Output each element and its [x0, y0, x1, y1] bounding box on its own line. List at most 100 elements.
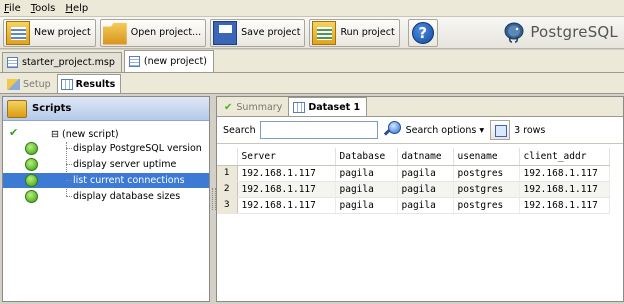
table-cell[interactable]: pagila — [397, 197, 454, 214]
table-cell[interactable]: 192.168.1.117 — [237, 165, 336, 182]
root-script-label: (new script) — [61, 129, 119, 140]
script-item-current-connections[interactable]: list current connections — [3, 173, 209, 188]
table-header-row: Server Database datname usename client_a… — [217, 148, 610, 166]
project-file-icon — [7, 57, 18, 68]
run-project-label: Run project — [340, 27, 395, 38]
menu-file[interactable]: File — [4, 3, 21, 14]
column-header[interactable]: Server — [237, 148, 336, 166]
tree-connector — [66, 180, 72, 181]
search-icon[interactable] — [382, 120, 402, 140]
new-project-label: New project — [34, 27, 91, 38]
table-cell[interactable]: 192.168.1.117 — [237, 181, 336, 198]
table-row[interactable]: 1 192.168.1.117 pagila pagila postgres 1… — [217, 165, 610, 182]
status-ok-icon — [25, 174, 38, 187]
script-item-postgresql-version[interactable]: display PostgreSQL version — [3, 141, 209, 156]
search-input[interactable] — [259, 121, 378, 139]
table-cell[interactable]: pagila — [397, 181, 454, 198]
column-header[interactable]: client_addr — [519, 148, 610, 166]
tab-summary[interactable]: ✔ Summary — [220, 98, 288, 116]
search-label: Search — [223, 124, 256, 136]
folder-open-icon — [102, 22, 127, 45]
checkmark-icon: ✔ — [9, 126, 19, 139]
tree-connector — [66, 196, 72, 197]
column-header[interactable]: datname — [397, 148, 454, 166]
table-cell[interactable]: 192.168.1.117 — [519, 165, 610, 182]
results-table: Server Database datname usename client_a… — [217, 148, 610, 214]
column-header[interactable]: usename — [453, 148, 520, 166]
tab-new-project[interactable]: (new project) — [123, 50, 214, 72]
tab-summary-label: Summary — [236, 101, 283, 113]
save-project-button[interactable]: Save project — [210, 18, 306, 47]
new-project-button[interactable]: New project — [3, 18, 96, 47]
tab-results-label: Results — [75, 78, 116, 90]
floppy-disk-icon — [213, 20, 238, 45]
table-cell[interactable]: postgres — [453, 197, 520, 214]
new-project-icon — [6, 20, 30, 45]
table-cell[interactable]: pagila — [335, 197, 398, 214]
view-tab-strip: Setup Results — [0, 73, 624, 94]
table-cell[interactable]: 192.168.1.117 — [519, 197, 610, 214]
row-number: 1 — [217, 165, 238, 182]
status-ok-icon — [25, 158, 38, 171]
status-ok-icon — [25, 190, 38, 203]
menu-help[interactable]: Help — [65, 3, 88, 14]
tab-label: (new project) — [143, 56, 207, 67]
table-row[interactable]: 3 192.168.1.117 pagila pagila postgres 1… — [217, 197, 610, 214]
table-cell[interactable]: postgres — [453, 165, 520, 182]
tab-results[interactable]: Results — [56, 74, 122, 93]
open-project-button[interactable]: Open project... — [99, 18, 207, 47]
table-cell[interactable]: 192.168.1.117 — [519, 181, 610, 198]
dataset-table-icon — [293, 101, 306, 113]
script-item-label: display server uptime — [73, 159, 177, 170]
brand-name: PostgreSQL — [530, 23, 618, 41]
edit-dataset-button[interactable] — [490, 120, 511, 140]
menu-bar: File Tools Help — [0, 0, 624, 17]
status-ok-icon — [25, 142, 38, 155]
column-header[interactable]: Database — [335, 148, 398, 166]
scripts-title: Scripts — [32, 103, 72, 114]
setup-icon — [7, 78, 20, 90]
script-item-label: list current connections — [73, 175, 185, 186]
project-file-icon — [128, 56, 140, 67]
checkmark-icon: ✔ — [224, 101, 233, 113]
tree-connector — [66, 164, 72, 165]
tab-setup[interactable]: Setup — [3, 75, 57, 93]
script-item-server-uptime[interactable]: display server uptime — [3, 157, 209, 172]
postgresql-brand: PostgreSQL — [502, 20, 618, 44]
tab-dataset-1[interactable]: Dataset 1 — [288, 97, 368, 116]
rownum-header — [217, 148, 238, 166]
results-panel: ✔ Summary Dataset 1 Search Search option… — [216, 96, 624, 302]
script-item-label: display database sizes — [73, 191, 181, 202]
open-project-label: Open project... — [130, 27, 202, 38]
script-item-database-sizes[interactable]: display database sizes — [3, 189, 209, 204]
tree-connector — [66, 148, 72, 149]
scripts-scroll-icon — [7, 99, 27, 118]
tab-dataset-label: Dataset 1 — [308, 101, 361, 113]
table-cell[interactable]: pagila — [397, 165, 454, 182]
script-tree: ✔ ⊟ (new script) display PostgreSQL vers… — [3, 121, 209, 301]
question-mark-icon: ? — [411, 21, 434, 44]
dataset-tab-strip: ✔ Summary Dataset 1 — [217, 97, 623, 117]
tree-root-node[interactable]: ⊟ (new script) — [51, 129, 119, 140]
help-button[interactable]: ? — [407, 18, 438, 47]
search-options-dropdown[interactable]: Search options ▾ — [406, 125, 484, 136]
table-cell[interactable]: postgres — [453, 181, 520, 198]
tab-starter-project[interactable]: starter_project.msp — [2, 52, 122, 72]
scripts-panel: Scripts ✔ ⊟ (new script) display Postgre… — [2, 96, 210, 302]
elephant-logo-icon — [504, 22, 524, 43]
table-cell[interactable]: 192.168.1.117 — [237, 197, 336, 214]
project-tab-strip: starter_project.msp (new project) — [0, 50, 624, 73]
results-table-icon — [60, 78, 73, 90]
script-item-label: display PostgreSQL version — [73, 143, 202, 154]
row-count: 3 rows — [514, 124, 546, 136]
results-view: Scripts ✔ ⊟ (new script) display Postgre… — [0, 94, 624, 304]
table-cell[interactable]: pagila — [335, 181, 398, 198]
tab-label: starter_project.msp — [22, 57, 115, 68]
run-project-button[interactable]: Run project — [309, 18, 400, 47]
menu-tools[interactable]: Tools — [31, 3, 56, 14]
scripts-header: Scripts — [3, 97, 209, 121]
table-cell[interactable]: pagila — [335, 165, 398, 182]
run-project-icon — [312, 20, 337, 45]
table-row[interactable]: 2 192.168.1.117 pagila pagila postgres 1… — [217, 181, 610, 198]
save-project-label: Save project — [241, 27, 301, 38]
